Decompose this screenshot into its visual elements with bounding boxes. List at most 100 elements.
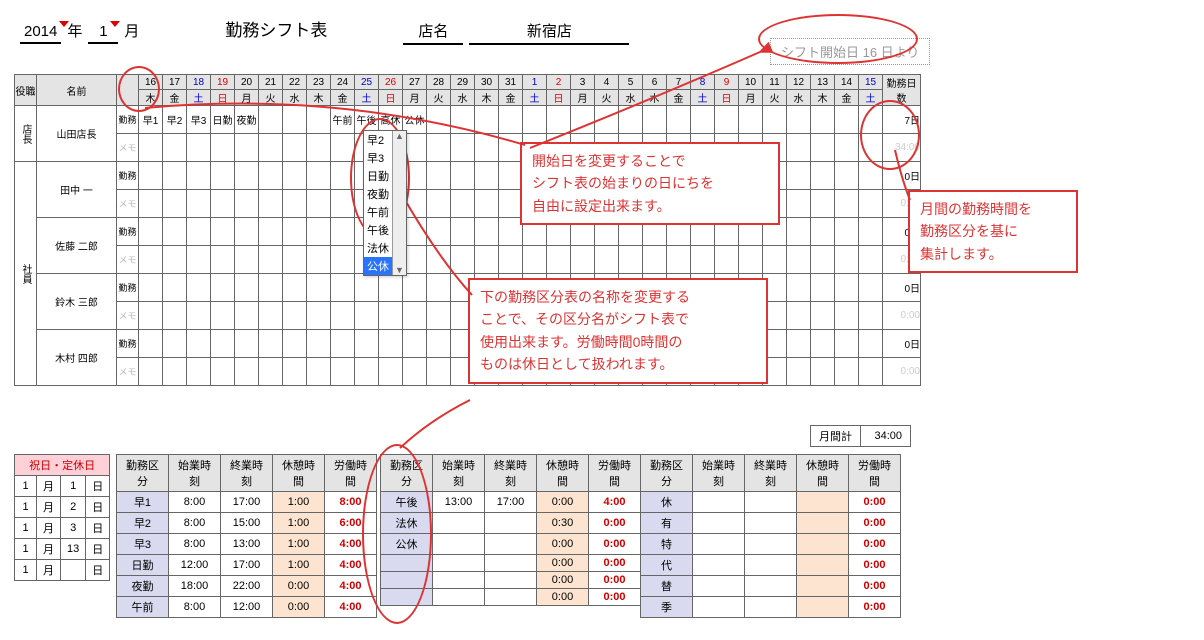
holiday-cell[interactable]: 2 [61, 497, 86, 518]
shift-cell[interactable] [259, 106, 283, 134]
legend-name[interactable]: 午後 [381, 492, 433, 513]
legend-rest[interactable]: 0:00 [537, 492, 589, 513]
memo-cell[interactable] [547, 246, 571, 274]
memo-cell[interactable] [595, 246, 619, 274]
store-name-input[interactable]: 新宿店 [469, 20, 629, 45]
legend-rest[interactable]: 0:00 [537, 555, 589, 572]
shift-cell[interactable] [835, 106, 859, 134]
legend-start[interactable] [693, 597, 745, 618]
legend-end[interactable] [745, 513, 797, 534]
shift-cell[interactable]: 早3 [187, 106, 211, 134]
legend-name[interactable]: 代 [641, 555, 693, 576]
legend-end[interactable]: 22:00 [221, 576, 273, 597]
memo-cell[interactable] [835, 358, 859, 386]
legend-name[interactable]: 午前 [117, 597, 169, 618]
legend-end[interactable] [745, 576, 797, 597]
memo-cell[interactable] [355, 302, 379, 330]
legend-start[interactable] [433, 589, 485, 606]
shift-cell[interactable] [163, 162, 187, 190]
legend-name[interactable]: 有 [641, 513, 693, 534]
shift-cell[interactable] [787, 106, 811, 134]
memo-cell[interactable] [139, 190, 163, 218]
shift-cell[interactable] [667, 106, 691, 134]
shift-cell[interactable] [163, 218, 187, 246]
memo-cell[interactable] [427, 358, 451, 386]
shift-cell[interactable]: 日勤 [211, 106, 235, 134]
memo-cell[interactable] [163, 190, 187, 218]
legend-start[interactable] [693, 513, 745, 534]
shift-cell[interactable] [139, 274, 163, 302]
holiday-cell[interactable]: 1 [15, 539, 37, 560]
legend-name[interactable]: 早2 [117, 513, 169, 534]
holiday-cell[interactable]: 1 [15, 560, 37, 581]
memo-cell[interactable] [331, 134, 355, 162]
memo-cell[interactable] [835, 246, 859, 274]
memo-cell[interactable] [859, 134, 883, 162]
shift-cell[interactable] [859, 218, 883, 246]
memo-cell[interactable] [331, 246, 355, 274]
legend-rest[interactable]: 1:00 [273, 534, 325, 555]
legend-start[interactable]: 13:00 [433, 492, 485, 513]
legend-name[interactable]: 法休 [381, 513, 433, 534]
shift-cell[interactable] [859, 162, 883, 190]
memo-cell[interactable] [235, 358, 259, 386]
memo-cell[interactable] [739, 246, 763, 274]
legend-end[interactable] [745, 555, 797, 576]
shift-cell[interactable] [859, 106, 883, 134]
memo-cell[interactable] [163, 302, 187, 330]
memo-cell[interactable] [451, 190, 475, 218]
shift-cell[interactable] [379, 330, 403, 358]
memo-cell[interactable] [859, 246, 883, 274]
memo-cell[interactable] [691, 246, 715, 274]
legend-rest[interactable] [797, 534, 849, 555]
legend-end[interactable] [485, 572, 537, 589]
memo-cell[interactable] [307, 358, 331, 386]
shift-cell[interactable] [307, 218, 331, 246]
shift-cell[interactable] [187, 218, 211, 246]
memo-cell[interactable] [859, 358, 883, 386]
shift-cell[interactable] [403, 330, 427, 358]
legend-rest[interactable] [797, 597, 849, 618]
memo-cell[interactable] [811, 302, 835, 330]
shift-cell[interactable] [307, 330, 331, 358]
memo-cell[interactable] [787, 246, 811, 274]
memo-cell[interactable] [787, 134, 811, 162]
memo-cell[interactable] [283, 134, 307, 162]
shift-cell[interactable] [403, 274, 427, 302]
shift-cell[interactable] [811, 274, 835, 302]
memo-cell[interactable] [139, 134, 163, 162]
shift-cell[interactable] [211, 218, 235, 246]
year-input[interactable]: 2014 [20, 23, 61, 44]
holiday-cell[interactable] [61, 560, 86, 581]
legend-rest[interactable] [797, 492, 849, 513]
shift-cell[interactable] [259, 218, 283, 246]
memo-cell[interactable] [259, 358, 283, 386]
legend-start[interactable] [433, 513, 485, 534]
shift-cell[interactable] [475, 106, 499, 134]
memo-cell[interactable] [235, 302, 259, 330]
memo-cell[interactable] [499, 134, 523, 162]
legend-end[interactable]: 17:00 [221, 492, 273, 513]
memo-cell[interactable] [787, 302, 811, 330]
memo-cell[interactable] [427, 190, 451, 218]
legend-name[interactable]: 休 [641, 492, 693, 513]
memo-cell[interactable] [643, 246, 667, 274]
legend-rest[interactable]: 0:00 [537, 589, 589, 606]
legend-name[interactable]: 早1 [117, 492, 169, 513]
legend-name[interactable]: 公休 [381, 534, 433, 555]
shift-cell[interactable] [187, 162, 211, 190]
shift-cell[interactable] [331, 274, 355, 302]
shift-cell[interactable] [451, 218, 475, 246]
memo-cell[interactable] [859, 190, 883, 218]
memo-cell[interactable] [499, 246, 523, 274]
shift-cell[interactable] [307, 106, 331, 134]
legend-rest[interactable] [797, 513, 849, 534]
shift-cell[interactable] [835, 330, 859, 358]
legend-end[interactable]: 17:00 [485, 492, 537, 513]
shift-cell[interactable] [139, 218, 163, 246]
memo-cell[interactable] [859, 302, 883, 330]
legend-start[interactable]: 8:00 [169, 492, 221, 513]
shift-cell[interactable] [811, 330, 835, 358]
shift-cell[interactable] [835, 162, 859, 190]
shift-cell[interactable] [475, 162, 499, 190]
